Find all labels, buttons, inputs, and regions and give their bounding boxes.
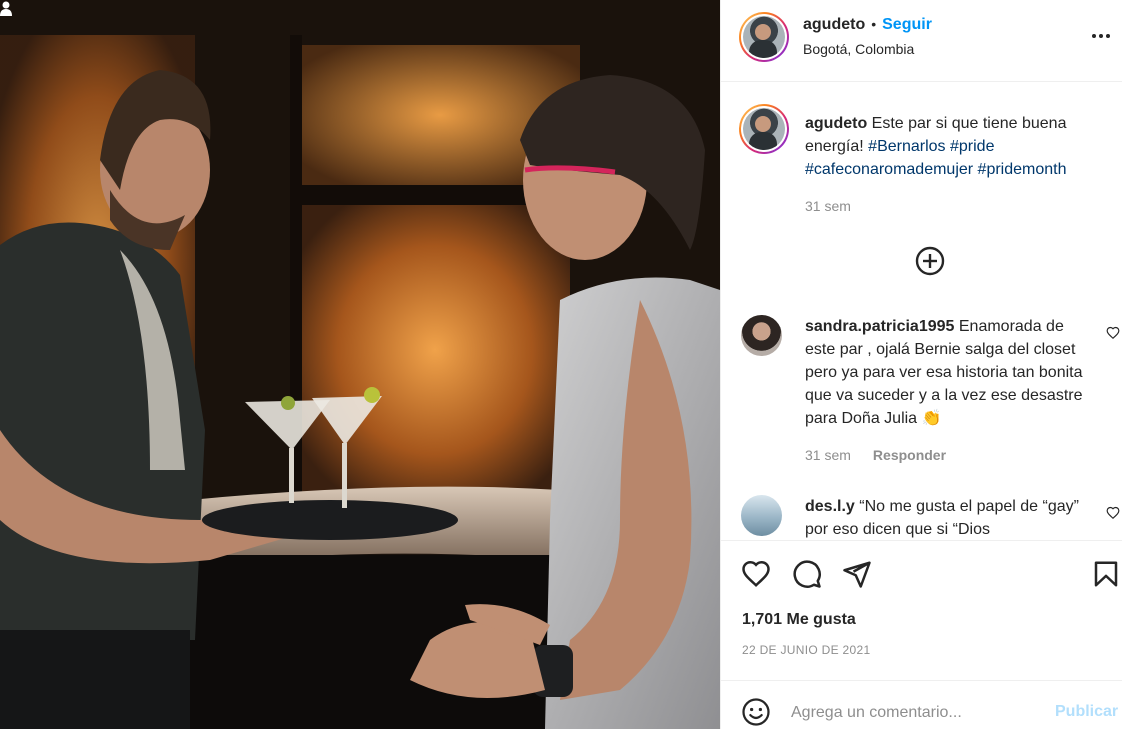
author-avatar[interactable] (739, 12, 789, 62)
hashtag-link[interactable]: #cafeconaromademujer (805, 161, 973, 178)
more-options-icon[interactable] (1089, 26, 1113, 46)
comments-section[interactable]: agudeto Este par si que tiene buena ener… (721, 82, 1122, 540)
plus-circle-icon[interactable] (914, 245, 946, 277)
comment-input[interactable] (791, 701, 1041, 725)
comment-heart-icon[interactable] (1106, 506, 1120, 520)
photo-illustration (0, 0, 720, 729)
share-icon[interactable] (842, 559, 872, 589)
header-title-row: agudeto • Seguir (803, 16, 932, 34)
comment-meta: 31 sem Responder (805, 447, 946, 463)
commenter-username[interactable]: sandra.patricia1995 (805, 318, 954, 335)
bookmark-icon[interactable] (1091, 559, 1121, 589)
comment-time[interactable]: 31 sem (805, 447, 851, 463)
caption-username[interactable]: agudeto (805, 115, 867, 132)
emoji-icon[interactable] (741, 697, 771, 727)
follow-button[interactable]: Seguir (882, 16, 932, 33)
hashtag-link[interactable]: #pride (950, 138, 994, 155)
commenter-avatar[interactable] (741, 315, 782, 356)
add-comment-bar: Publicar (721, 680, 1122, 729)
commenter-username[interactable]: des.l.y (805, 498, 855, 515)
heart-icon[interactable] (741, 559, 771, 589)
post-side-panel: agudeto • Seguir Bogotá, Colombia agudeto … (720, 0, 1122, 729)
post-date[interactable]: 22 DE JUNIO DE 2021 (742, 643, 870, 657)
post-comment-button[interactable]: Publicar (1055, 703, 1118, 721)
separator-dot: • (871, 16, 877, 32)
commenter-avatar[interactable] (741, 495, 782, 536)
comment-text-block: des.l.y “No me gusta el papel de “gay” p… (805, 495, 1095, 540)
comment-heart-icon[interactable] (1106, 326, 1120, 340)
post-caption: agudeto Este par si que tiene buena ener… (805, 112, 1105, 181)
post-location[interactable]: Bogotá, Colombia (803, 41, 914, 57)
hashtag-link[interactable]: #Bernarlos (868, 138, 945, 155)
caption-avatar[interactable] (739, 104, 789, 154)
caption-time[interactable]: 31 sem (805, 198, 851, 214)
post-header: agudeto • Seguir Bogotá, Colombia (721, 0, 1122, 82)
hashtag-link[interactable]: #pridemonth (978, 161, 1067, 178)
likes-count[interactable]: 1,701 Me gusta (742, 611, 856, 629)
author-username[interactable]: agudeto (803, 16, 865, 33)
user-tag-icon[interactable] (0, 0, 14, 16)
reply-button[interactable]: Responder (873, 447, 946, 463)
comment-text-block: sandra.patricia1995 Enamorada de este pa… (805, 315, 1095, 430)
comment-icon[interactable] (792, 559, 822, 589)
post-actions: 1,701 Me gusta 22 DE JUNIO DE 2021 (721, 540, 1122, 680)
post-photo[interactable] (0, 0, 720, 729)
